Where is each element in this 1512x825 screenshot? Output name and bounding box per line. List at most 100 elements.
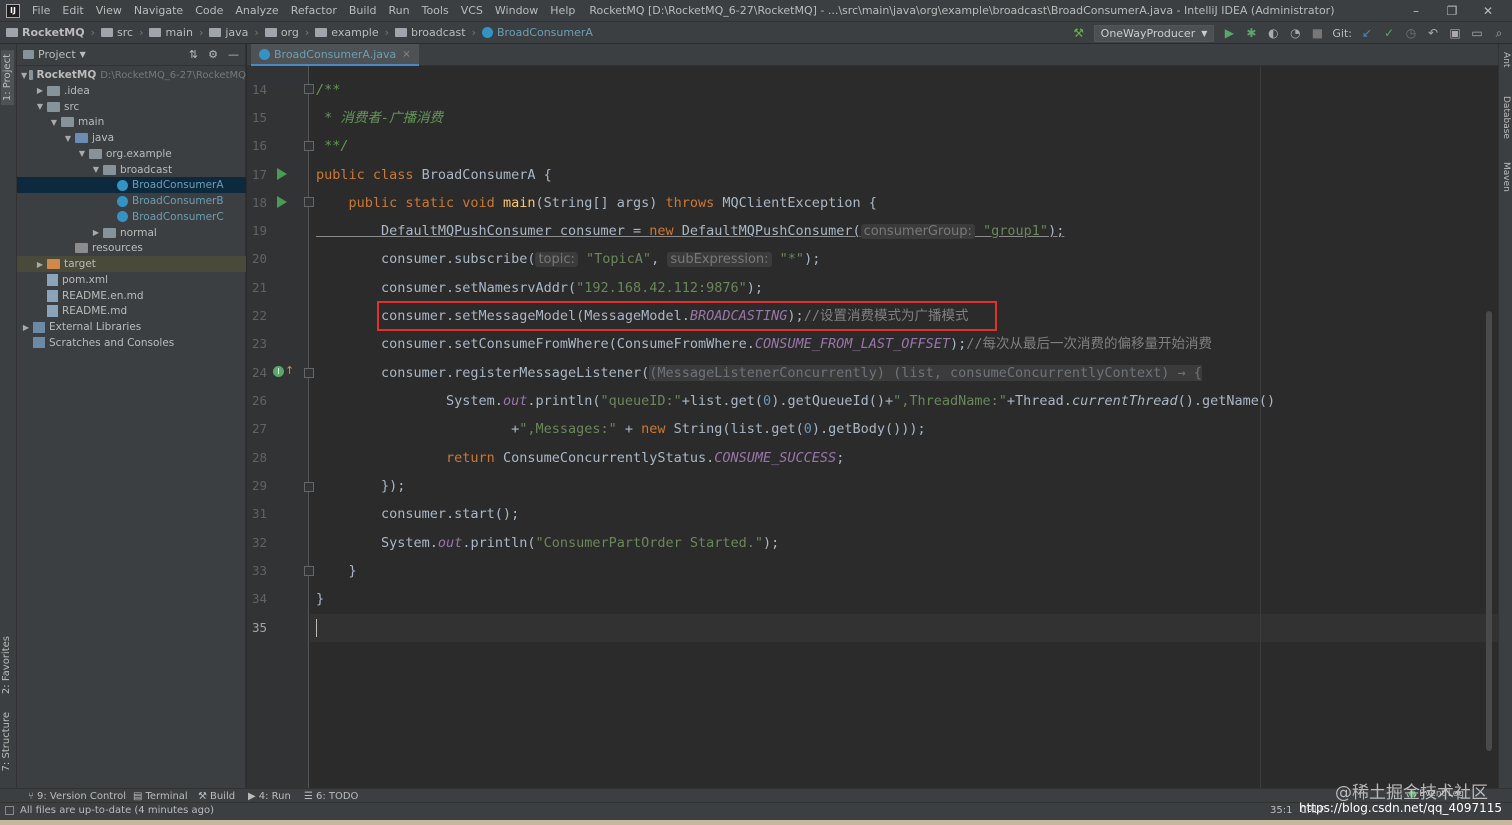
- tree-item-readme-md[interactable]: README.md: [17, 303, 246, 319]
- folded-lambda[interactable]: (MessageListenerConcurrently) (list, con…: [649, 365, 1202, 381]
- code-editor[interactable]: 14 15 16 17 18 19 20 21 22 23 24 26 27 28 29 31 32 33 34 35…: [247, 66, 1498, 788]
- structure-tool-tab[interactable]: 7: Structure: [1, 712, 12, 771]
- build-hammer-icon[interactable]: ⚒: [1072, 26, 1086, 40]
- fold-marker-icon[interactable]: [304, 141, 314, 151]
- breadcrumb-item[interactable]: BroadConsumerA: [482, 26, 593, 39]
- close-tab-icon[interactable]: ×: [402, 49, 410, 60]
- close-window-button[interactable]: ✕: [1470, 4, 1506, 18]
- menu-item-tools[interactable]: Tools: [416, 4, 455, 17]
- menu-item-vcs[interactable]: VCS: [455, 4, 489, 17]
- hide-panel-icon[interactable]: —: [228, 48, 239, 61]
- tree-item-java[interactable]: ▼ java: [17, 130, 246, 146]
- expanded-arrow-icon[interactable]: ▼: [49, 118, 59, 127]
- menu-item-view[interactable]: View: [90, 4, 128, 17]
- tree-item-pom-xml[interactable]: pom.xml: [17, 272, 246, 288]
- menu-item-edit[interactable]: Edit: [56, 4, 89, 17]
- tree-item-normal[interactable]: ▶ normal: [17, 225, 246, 241]
- favorites-tool-tab[interactable]: 2: Favorites: [1, 636, 12, 694]
- tree-item-broadconsumerb[interactable]: BroadConsumerB: [17, 193, 246, 209]
- search-icon[interactable]: ⌕: [1492, 26, 1506, 40]
- chevron-down-icon[interactable]: ▼: [80, 50, 86, 59]
- menu-item-help[interactable]: Help: [544, 4, 581, 17]
- expanded-arrow-icon[interactable]: ▼: [77, 149, 87, 158]
- collapsed-arrow-icon[interactable]: ▶: [21, 323, 31, 332]
- tree-item-resources[interactable]: resources: [17, 240, 246, 256]
- caret-position[interactable]: 35:1: [1270, 805, 1292, 816]
- todo-tab[interactable]: ☰ 6: TODO: [304, 789, 358, 803]
- tree-item-main[interactable]: ▼ main: [17, 114, 246, 130]
- breadcrumb-item[interactable]: RocketMQ ›: [6, 26, 95, 39]
- run-class-gutter-icon[interactable]: [277, 168, 287, 180]
- expanded-arrow-icon[interactable]: ▼: [63, 134, 73, 143]
- menu-item-file[interactable]: File: [26, 4, 56, 17]
- gear-icon[interactable]: ⚙: [208, 48, 218, 61]
- fold-marker-icon[interactable]: [304, 368, 314, 378]
- project-tool-tab[interactable]: 1: Project: [1, 50, 14, 106]
- run-tab[interactable]: ▶ 4: Run: [248, 789, 291, 803]
- project-view-label[interactable]: Project: [38, 48, 76, 61]
- menu-item-navigate[interactable]: Navigate: [128, 4, 189, 17]
- menu-item-analyze[interactable]: Analyze: [229, 4, 284, 17]
- version-control-tab[interactable]: ⑂ 9: Version Control: [28, 789, 126, 803]
- fold-marker-icon[interactable]: [304, 482, 314, 492]
- minimize-button[interactable]: –: [1398, 4, 1434, 18]
- implement-gutter-icon[interactable]: I: [273, 366, 284, 377]
- tree-item-target[interactable]: ▶ target: [17, 256, 246, 272]
- git-rollback-icon[interactable]: ↶: [1426, 26, 1440, 40]
- status-toggle-icon[interactable]: [5, 806, 14, 815]
- fold-marker-icon[interactable]: [304, 566, 314, 576]
- run-icon[interactable]: ▶: [1222, 26, 1236, 40]
- terminal-tab[interactable]: ▤ Terminal: [133, 789, 188, 803]
- stop-icon[interactable]: ■: [1310, 26, 1324, 40]
- tree-item-scratches-and-consoles[interactable]: Scratches and Consoles: [17, 335, 246, 351]
- tree-item-readme-en-md[interactable]: README.en.md: [17, 288, 246, 304]
- tree-item-broadconsumera[interactable]: BroadConsumerA: [17, 177, 246, 194]
- git-update-icon[interactable]: ↙: [1360, 26, 1374, 40]
- collapse-all-icon[interactable]: ⇅: [189, 48, 198, 61]
- tree-item--idea[interactable]: ▶ .idea: [17, 83, 246, 99]
- run-main-gutter-icon[interactable]: [277, 196, 287, 208]
- tree-item-rocketmq[interactable]: ▼ RocketMQ D:\RocketMQ_6-27\RocketMQ: [17, 67, 246, 83]
- run-configuration-select[interactable]: OneWayProducer ▼: [1093, 24, 1215, 42]
- expanded-arrow-icon[interactable]: ▼: [35, 102, 45, 111]
- maven-tool-tab[interactable]: Maven: [1501, 162, 1511, 192]
- breadcrumb-item[interactable]: main ›: [149, 26, 203, 39]
- scrollbar-thumb[interactable]: [1486, 311, 1492, 751]
- tree-item-org-example[interactable]: ▼ org.example: [17, 146, 246, 162]
- menu-item-refactor[interactable]: Refactor: [285, 4, 343, 17]
- collapsed-arrow-icon[interactable]: ▶: [35, 86, 45, 95]
- presentation-icon[interactable]: ▭: [1470, 26, 1484, 40]
- expanded-arrow-icon[interactable]: ▼: [21, 71, 27, 80]
- collapsed-arrow-icon[interactable]: ▶: [35, 260, 45, 269]
- breadcrumb-item[interactable]: example ›: [315, 26, 389, 39]
- ant-tool-tab[interactable]: Ant: [1501, 52, 1511, 67]
- fold-marker-icon[interactable]: [304, 84, 314, 94]
- fold-marker-icon[interactable]: [304, 197, 314, 207]
- git-commit-icon[interactable]: ✓: [1382, 26, 1396, 40]
- tree-item-broadcast[interactable]: ▼ broadcast: [17, 162, 246, 178]
- tab-broadconsumera[interactable]: BroadConsumerA.java ×: [251, 44, 419, 66]
- breadcrumb-item[interactable]: broadcast ›: [395, 26, 476, 39]
- expanded-arrow-icon[interactable]: ▼: [91, 165, 101, 174]
- breadcrumb-item[interactable]: java ›: [209, 26, 259, 39]
- collapsed-arrow-icon[interactable]: ▶: [91, 228, 101, 237]
- tree-item-broadconsumerc[interactable]: BroadConsumerC: [17, 209, 246, 225]
- breadcrumb-item[interactable]: org ›: [264, 26, 309, 39]
- git-history-icon[interactable]: ◷: [1404, 26, 1418, 40]
- vertical-scrollbar[interactable]: [1486, 66, 1494, 788]
- maximize-button[interactable]: ❐: [1434, 4, 1470, 18]
- breadcrumb-item[interactable]: src ›: [101, 26, 143, 39]
- database-tool-tab[interactable]: Database: [1501, 96, 1511, 139]
- project-structure-icon[interactable]: ▣: [1448, 26, 1462, 40]
- menu-item-build[interactable]: Build: [343, 4, 383, 17]
- override-arrow-icon[interactable]: ↑: [285, 364, 294, 377]
- menu-item-code[interactable]: Code: [189, 4, 229, 17]
- coverage-icon[interactable]: ◐: [1266, 26, 1280, 40]
- menu-item-run[interactable]: Run: [383, 4, 416, 17]
- build-tab[interactable]: ⚒ Build: [198, 789, 235, 803]
- menu-item-window[interactable]: Window: [489, 4, 544, 17]
- profile-icon[interactable]: ◔: [1288, 26, 1302, 40]
- tree-item-external-libraries[interactable]: ▶ External Libraries: [17, 319, 246, 335]
- tree-item-src[interactable]: ▼ src: [17, 99, 246, 115]
- debug-icon[interactable]: ✱: [1244, 26, 1258, 40]
